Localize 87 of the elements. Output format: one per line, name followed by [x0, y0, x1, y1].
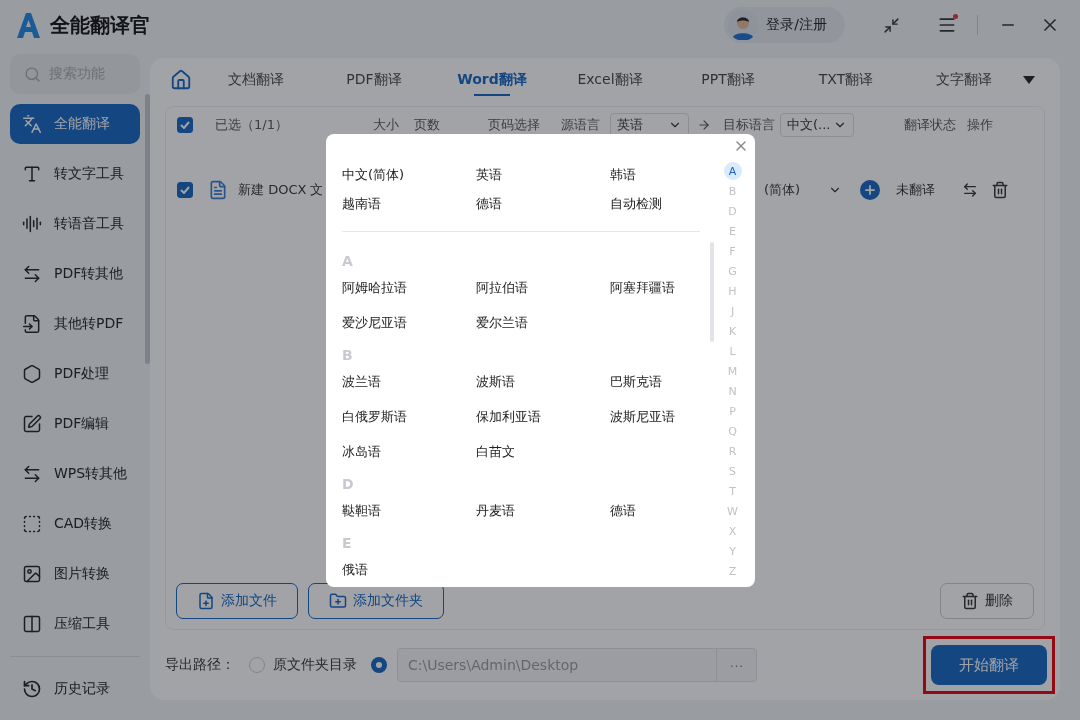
edit-icon: [22, 414, 42, 434]
language-option[interactable]: 波兰语: [342, 364, 476, 399]
sidebar-item[interactable]: 压缩工具: [10, 604, 140, 644]
start-button[interactable]: 开始翻译: [931, 645, 1047, 685]
file-icon: [22, 314, 42, 334]
login-button[interactable]: 登录/注册: [724, 7, 845, 43]
sidebar-item[interactable]: 图片转换: [10, 554, 140, 594]
index-letter[interactable]: A: [723, 162, 742, 180]
trash-icon: [961, 592, 979, 610]
row-checkbox[interactable]: [177, 182, 193, 198]
target-label: 目标语言: [723, 116, 776, 134]
tab[interactable]: PDF翻译: [315, 58, 433, 102]
language-option[interactable]: 阿拉伯语: [476, 270, 610, 305]
column-header: 源语言: [561, 116, 601, 134]
sidebar-item[interactable]: CAD转换: [10, 504, 140, 544]
document-icon: [208, 180, 228, 200]
language-option[interactable]: 阿姆哈拉语: [342, 270, 476, 305]
tab[interactable]: 文档翻译: [197, 58, 315, 102]
add-icon[interactable]: [860, 180, 880, 200]
export-label: 导出路径：: [165, 656, 235, 674]
folder-plus-icon: [329, 592, 347, 610]
select-all-checkbox[interactable]: [177, 117, 193, 133]
row-target-select[interactable]: (简体): [758, 178, 848, 202]
image-icon: [22, 564, 42, 584]
language-option[interactable]: 中文(简体): [342, 160, 476, 189]
language-option[interactable]: 德语: [476, 189, 610, 218]
language-option[interactable]: 丹麦语: [476, 493, 610, 528]
sidebar-item[interactable]: PDF编辑: [10, 404, 140, 444]
letter-t-icon: [22, 164, 42, 184]
sidebar-item[interactable]: PDF处理: [10, 354, 140, 394]
sidebar-item[interactable]: PDF转其他: [10, 254, 140, 294]
status-text: 未翻译: [896, 181, 936, 199]
column-header: 操作: [967, 116, 994, 134]
check-icon: [180, 121, 190, 129]
column-header: 翻译状态: [904, 116, 957, 134]
hexagon-icon: [22, 364, 42, 384]
language-option[interactable]: 保加利亚语: [476, 399, 610, 434]
sidebar-item[interactable]: WPS转其他: [10, 454, 140, 494]
language-option[interactable]: 英语: [476, 160, 610, 189]
dropdown-caret-icon[interactable]: [1023, 76, 1035, 84]
add-file-button[interactable]: 添加文件: [176, 583, 298, 619]
history-icon: [22, 679, 42, 699]
language-option[interactable]: 波斯语: [476, 364, 610, 399]
history-item[interactable]: 历史记录: [10, 669, 140, 709]
sidebar-item[interactable]: 其他转PDF: [10, 304, 140, 344]
delete-button[interactable]: 删除: [940, 583, 1034, 619]
language-option[interactable]: 自动检测: [610, 189, 710, 218]
tab[interactable]: Excel翻译: [551, 58, 669, 102]
language-option[interactable]: 阿塞拜疆语: [610, 270, 710, 305]
language-option[interactable]: 德语: [610, 493, 710, 528]
language-option[interactable]: 爱尔兰语: [476, 305, 610, 340]
logo-icon: [16, 12, 40, 38]
sound-wave-icon: [22, 214, 42, 234]
tab[interactable]: PPT翻译: [669, 58, 787, 102]
column-header: 页数: [414, 116, 441, 134]
sidebar-item[interactable]: 转语音工具: [10, 204, 140, 244]
file-plus-icon: [197, 592, 215, 610]
language-option[interactable]: 巴斯克语: [610, 364, 710, 399]
tab[interactable]: TXT翻译: [787, 58, 905, 102]
language-option[interactable]: 鞑靼语: [342, 493, 476, 528]
language-option[interactable]: 爱沙尼亚语: [342, 305, 476, 340]
search-icon: [24, 65, 41, 83]
selected-count: 已选（1/1）: [215, 116, 289, 134]
radio-button[interactable]: [371, 657, 387, 673]
arrow-right-icon: [697, 118, 711, 132]
tab[interactable]: Word翻译: [433, 58, 551, 102]
radio-label: 原文件夹目录: [273, 656, 357, 674]
swap-icon: [22, 464, 42, 484]
sidebar-item[interactable]: 全能翻译: [10, 104, 140, 144]
add-folder-button[interactable]: 添加文件夹: [308, 583, 444, 619]
tab[interactable]: 文字翻译: [905, 58, 1023, 102]
square-icon: [22, 514, 42, 534]
sidebar-item[interactable]: 转文字工具: [10, 154, 140, 194]
language-option[interactable]: 冰岛语: [342, 434, 476, 469]
language-option[interactable]: 波斯尼亚语: [610, 399, 710, 434]
column-header: 页码选择: [488, 116, 541, 134]
app-title: 全能翻译官: [50, 11, 150, 39]
target-language-select[interactable]: 中文(...: [780, 113, 854, 137]
swap-icon: [22, 264, 42, 284]
check-icon: [180, 186, 190, 194]
language-option[interactable]: 白俄罗斯语: [342, 399, 476, 434]
column-header: 大小: [373, 116, 400, 134]
language-option[interactable]: 越南语: [342, 189, 476, 218]
translate-icon: [22, 114, 42, 134]
file-name: 新建 DOCX 文: [238, 181, 325, 199]
language-option[interactable]: 韩语: [610, 160, 710, 189]
language-option[interactable]: 白苗文: [476, 434, 610, 469]
